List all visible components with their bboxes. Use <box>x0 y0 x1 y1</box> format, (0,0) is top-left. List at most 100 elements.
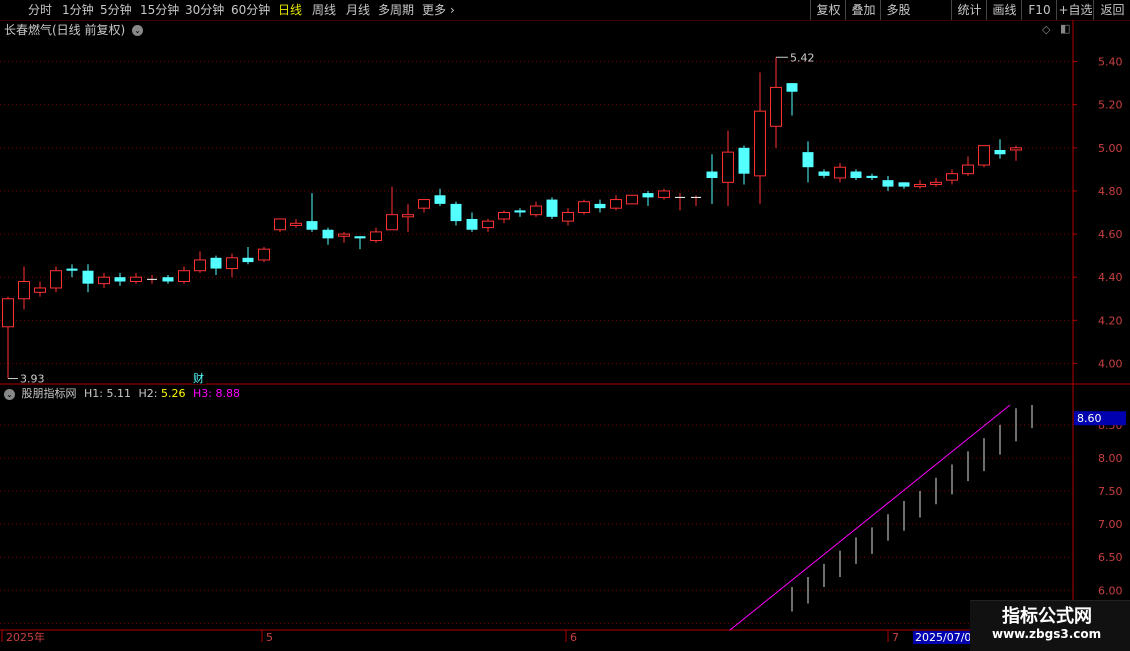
candle-down <box>786 83 798 92</box>
candle-down <box>866 175 878 178</box>
candle-down <box>594 203 606 209</box>
period-tab-7[interactable]: 周线 <box>312 2 336 18</box>
candle-up <box>498 212 510 220</box>
period-tab-2[interactable]: 5分钟 <box>100 2 132 18</box>
price-tick-label: 4.40 <box>1098 271 1123 284</box>
candle-up <box>418 199 430 209</box>
high-label: 5.42 <box>790 51 815 64</box>
candle-up <box>98 276 110 285</box>
candle-up <box>194 259 206 272</box>
candle-up <box>34 287 46 293</box>
period-tab-0[interactable]: 分时 <box>28 2 52 18</box>
candle-down <box>994 149 1006 155</box>
candle-down <box>450 203 462 222</box>
period-tab-5[interactable]: 60分钟 <box>231 2 270 18</box>
candle-up <box>530 205 542 216</box>
candle-down <box>802 152 814 168</box>
candle-down <box>162 277 174 282</box>
period-tab-1[interactable]: 1分钟 <box>62 2 94 18</box>
candle-up <box>626 194 638 205</box>
candle-up <box>2 298 14 328</box>
candle-up <box>610 199 622 209</box>
candle-up <box>274 218 286 231</box>
candle-down <box>434 195 446 204</box>
period-tab-8[interactable]: 月线 <box>346 2 370 18</box>
period-tab-10[interactable]: 更多 <box>422 2 446 18</box>
price-tick-label: 5.40 <box>1098 56 1123 69</box>
candle-down <box>354 236 366 239</box>
candle-up <box>402 214 414 218</box>
date-label: 6 <box>570 631 577 644</box>
indicator-tick-label: 6.00 <box>1098 584 1123 597</box>
h3-line <box>729 404 1011 631</box>
date-label: 7 <box>892 631 899 644</box>
toolbar-button-3[interactable]: 统计 <box>951 0 987 20</box>
candle-up <box>562 212 574 222</box>
candle-down <box>322 229 334 239</box>
date-label: 2025年 <box>6 630 45 644</box>
candle-down <box>514 210 526 213</box>
indicator-tick-label: 6.50 <box>1098 551 1123 564</box>
candle-up <box>178 270 190 282</box>
indicator-tick-label: 7.00 <box>1098 518 1123 531</box>
toolbar-button-5[interactable]: F10 <box>1021 0 1057 20</box>
candle-up <box>482 220 494 229</box>
candle-down <box>546 199 558 217</box>
candle-up <box>18 281 30 300</box>
period-tab-9[interactable]: 多周期 <box>378 2 414 18</box>
finance-mark: 财 <box>193 371 204 385</box>
toolbar-button-7[interactable]: 返回 <box>1093 0 1130 20</box>
price-tick-label: 5.00 <box>1098 142 1123 155</box>
candle-down <box>210 257 222 269</box>
price-tick-label: 4.20 <box>1098 314 1123 327</box>
price-tick-label: 5.20 <box>1098 99 1123 112</box>
price-tick-label: 4.80 <box>1098 185 1123 198</box>
candle-up <box>338 233 350 237</box>
chart-canvas[interactable]: 5.405.205.004.804.604.404.204.008.508.00… <box>0 20 1130 650</box>
candle-up <box>386 214 398 231</box>
candle-up <box>50 270 62 289</box>
indicator-tick-label: 7.50 <box>1098 485 1123 498</box>
current-date-label: 2025/07/0 <box>915 631 971 644</box>
toolbar-button-0[interactable]: 复权 <box>810 0 846 20</box>
candle-up <box>658 190 670 198</box>
low-label: 3.93 <box>20 373 45 386</box>
candle-down <box>114 277 126 282</box>
candle-up <box>722 151 734 183</box>
toolbar-button-1[interactable]: 叠加 <box>845 0 881 20</box>
candle-down <box>466 218 478 230</box>
candle-down <box>66 268 78 271</box>
candle-up <box>770 86 782 127</box>
toolbar-button-6[interactable]: +自选 <box>1056 0 1094 20</box>
current-value-label: 8.60 <box>1077 412 1102 425</box>
chevron-right-icon[interactable]: › <box>450 2 455 18</box>
toolbar-button-2[interactable]: 多股 <box>880 0 916 20</box>
candle-up <box>978 145 990 166</box>
candle-up <box>962 164 974 175</box>
candle-down <box>306 221 318 230</box>
toolbar-button-4[interactable]: 画线 <box>986 0 1022 20</box>
watermark-url: www.zbgs3.com <box>992 627 1102 641</box>
period-tab-3[interactable]: 15分钟 <box>140 2 179 18</box>
candle-up <box>130 276 142 282</box>
price-tick-label: 4.00 <box>1098 357 1123 370</box>
candle-up <box>946 173 958 181</box>
period-toolbar: 分时 1分钟 5分钟 15分钟 30分钟 60分钟 日线 周线 月线 多周期 更多 › 复权 叠加 多股 统计… <box>0 0 1130 21</box>
candle-up <box>754 110 766 177</box>
candle-up <box>834 166 846 179</box>
candle-down <box>82 270 94 284</box>
candle-up <box>258 248 270 261</box>
candle-up <box>578 201 590 213</box>
candle-up <box>914 183 926 188</box>
period-tab-4[interactable]: 30分钟 <box>185 2 224 18</box>
candle-down <box>706 171 718 178</box>
candle-down <box>738 147 750 174</box>
candle-up <box>226 257 238 270</box>
period-tab-6[interactable]: 日线 <box>278 2 302 18</box>
candle-down <box>898 182 910 187</box>
candle-up <box>290 222 302 226</box>
candle-up <box>370 231 382 242</box>
watermark-title: 指标公式网 <box>1002 606 1092 627</box>
candle-down <box>242 257 254 263</box>
price-tick-label: 4.60 <box>1098 228 1123 241</box>
